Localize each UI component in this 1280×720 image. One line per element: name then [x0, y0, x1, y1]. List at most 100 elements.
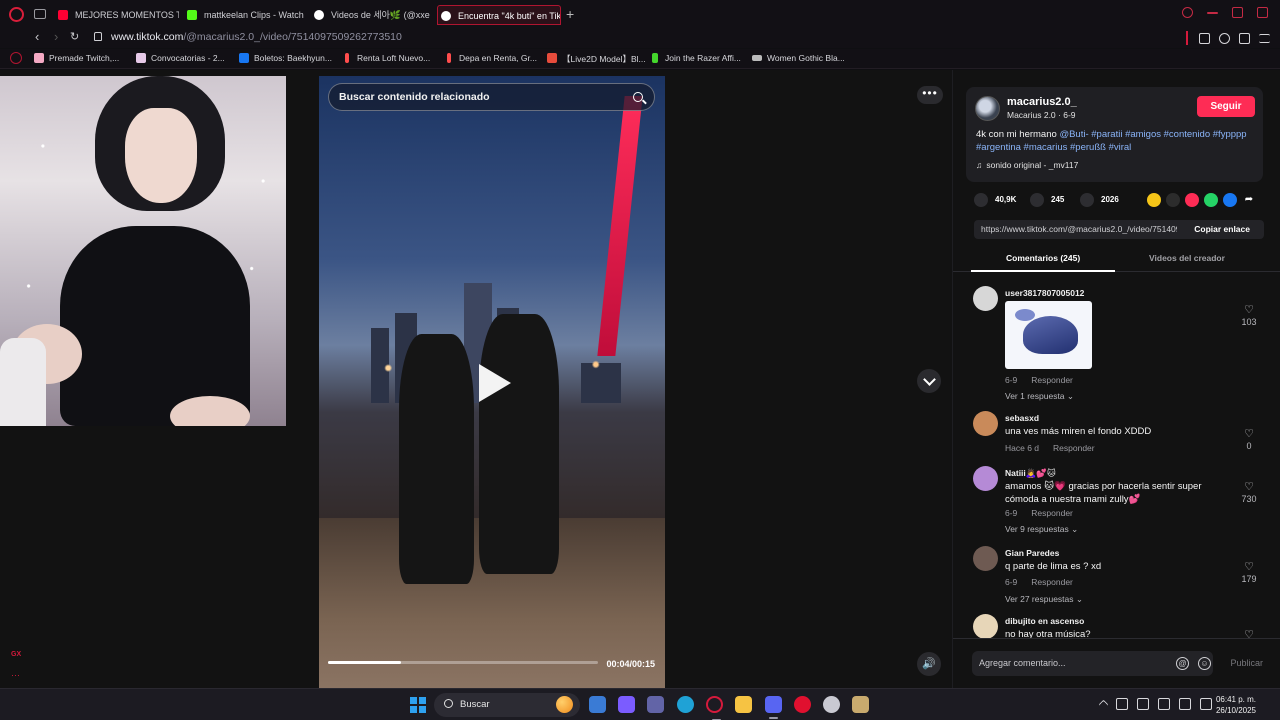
- extensions-icon[interactable]: [1199, 32, 1210, 44]
- minimize-button[interactable]: [1207, 12, 1218, 14]
- sidebar-more-icon[interactable]: ···: [11, 670, 20, 680]
- bookmark-item[interactable]: Premade Twitch,...: [34, 53, 119, 63]
- profile-icon[interactable]: [1219, 32, 1230, 44]
- coin-icon[interactable]: [1147, 193, 1161, 207]
- commenter-username[interactable]: sebasxd: [1005, 413, 1039, 423]
- reply-button[interactable]: Responder: [1053, 443, 1095, 453]
- mention-link[interactable]: @Buti-: [1059, 129, 1088, 140]
- back-button[interactable]: ‹: [35, 30, 39, 44]
- whatsapp-icon[interactable]: [1204, 193, 1218, 207]
- comment-like-button[interactable]: ♡: [1236, 630, 1262, 639]
- taskbar-search[interactable]: Buscar: [434, 693, 580, 717]
- facebook-icon[interactable]: [1223, 193, 1237, 207]
- url-field[interactable]: www.tiktok.com/@macarius2.0_/video/75140…: [111, 31, 402, 43]
- reply-button[interactable]: Responder: [1031, 375, 1073, 385]
- bookmark-item[interactable]: Renta Loft Nuevo...: [342, 53, 430, 63]
- view-replies-button[interactable]: Ver 1 respuesta ⌄: [1005, 391, 1074, 402]
- comment-like-button[interactable]: ♡ 179: [1236, 562, 1262, 585]
- send-icon[interactable]: [1185, 193, 1199, 207]
- commenter-avatar[interactable]: [973, 411, 998, 436]
- menu-icon[interactable]: [1259, 33, 1270, 43]
- opera-gx-icon[interactable]: [706, 696, 723, 720]
- share-link-text[interactable]: https://www.tiktok.com/@macarius2.0_/vid…: [981, 224, 1177, 234]
- author-avatar[interactable]: [975, 96, 1000, 121]
- video-player[interactable]: Buscar contenido relacionado 00:04/00:15: [319, 76, 665, 688]
- share-arrow-icon[interactable]: ➦: [1242, 193, 1256, 207]
- volume-icon[interactable]: [1200, 698, 1212, 710]
- opera-gx-logo-icon[interactable]: [9, 7, 24, 22]
- comment-input[interactable]: Agregar comentario... @ ☺: [972, 651, 1213, 676]
- bookmark-item[interactable]: Depa en Renta, Gr...: [444, 53, 537, 63]
- reply-button[interactable]: Responder: [1031, 577, 1073, 587]
- bookmark-item[interactable]: Women Gothic Bla...: [752, 53, 845, 63]
- commenter-avatar[interactable]: [973, 286, 998, 311]
- view-replies-button[interactable]: Ver 27 respuestas ⌄: [1005, 594, 1083, 605]
- hashtag-link[interactable]: #paratii: [1091, 129, 1122, 140]
- bookmark-item[interactable]: 【Live2D Model】Bl...: [547, 53, 646, 65]
- downloads-icon[interactable]: [1239, 32, 1250, 44]
- related-search-input[interactable]: Buscar contenido relacionado: [328, 83, 655, 111]
- steam-icon[interactable]: [823, 696, 840, 713]
- system-clock[interactable]: 06:41 p. m. 26/10/2025: [1216, 694, 1256, 716]
- microphone-icon[interactable]: [1158, 698, 1170, 710]
- publish-button[interactable]: Publicar: [1230, 658, 1263, 668]
- hashtag-link[interactable]: #viral: [1109, 142, 1132, 153]
- more-options-button[interactable]: •••: [917, 86, 943, 104]
- opera-icon[interactable]: [794, 696, 811, 713]
- commenter-avatar[interactable]: [973, 614, 998, 638]
- copilot-icon[interactable]: [618, 696, 635, 713]
- tab-island-icon[interactable]: [34, 9, 46, 19]
- copy-link-button[interactable]: Copiar enlace: [1194, 224, 1250, 234]
- tab-tiktok-profile[interactable]: Videos de 세아🌿 (@xxe: [311, 5, 435, 25]
- microsoft-store-icon[interactable]: [589, 696, 606, 713]
- windows-start-icon[interactable]: [410, 697, 426, 713]
- search-icon[interactable]: [633, 92, 643, 102]
- hashtag-link[interactable]: #contenido: [1164, 129, 1210, 140]
- comment-like-button[interactable]: ♡ 0: [1236, 429, 1262, 452]
- comment-like-button[interactable]: ♡ 730: [1236, 482, 1262, 505]
- sync-icon[interactable]: [1116, 698, 1128, 710]
- discord-icon[interactable]: [765, 696, 782, 719]
- embed-icon[interactable]: [1166, 193, 1180, 207]
- restore-button[interactable]: [1232, 7, 1243, 18]
- gx-control-icon[interactable]: [10, 52, 22, 64]
- edge-icon[interactable]: [677, 696, 694, 713]
- sound-link[interactable]: ♫ sonido original - _mv117: [976, 160, 1078, 170]
- forward-button[interactable]: ›: [54, 30, 58, 44]
- hashtag-link[interactable]: #argentina: [976, 142, 1021, 153]
- play-icon[interactable]: [479, 364, 511, 402]
- new-tab-button[interactable]: +: [566, 7, 574, 21]
- reply-button[interactable]: Responder: [1031, 508, 1073, 518]
- commenter-avatar[interactable]: [973, 466, 998, 491]
- tab-kick[interactable]: mattkeelan Clips - Watch: [184, 5, 308, 25]
- hashtag-link[interactable]: #fypppp: [1213, 129, 1247, 140]
- commenter-username[interactable]: dibujito en ascenso: [1005, 616, 1084, 626]
- bookmark-item[interactable]: Boletos: Baekhyun...: [239, 53, 332, 63]
- teams-icon[interactable]: [647, 696, 664, 713]
- close-button[interactable]: [1257, 7, 1268, 18]
- hashtag-link[interactable]: #perußß: [1070, 142, 1106, 153]
- mention-icon[interactable]: @: [1176, 657, 1189, 670]
- bookmark-item[interactable]: Convocatorias - 2...: [136, 53, 225, 63]
- tab-tiktok-search[interactable]: Encuentra "4k buti" en Tik: [437, 5, 561, 25]
- search-tabs-icon[interactable]: [1182, 7, 1193, 18]
- tray-overflow-icon[interactable]: [1098, 699, 1109, 710]
- bookmark-item[interactable]: Join the Razer Affi...: [650, 53, 741, 63]
- commenter-username[interactable]: Natiii🙇‍♀️💕🐱: [1005, 468, 1056, 479]
- cloud-icon[interactable]: [1137, 698, 1149, 710]
- file-explorer-icon[interactable]: [735, 696, 752, 713]
- author-username[interactable]: macarius2.0_: [1007, 96, 1077, 108]
- emoji-icon[interactable]: ☺: [1198, 657, 1211, 670]
- reload-button[interactable]: ↻: [70, 30, 79, 44]
- tab-youtube[interactable]: MEJORES MOMENTOS T: [55, 5, 179, 25]
- volume-button[interactable]: 🔊: [917, 652, 941, 676]
- next-video-button[interactable]: [917, 369, 941, 393]
- follow-button[interactable]: Seguir: [1197, 96, 1255, 117]
- view-replies-button[interactable]: Ver 9 respuestas ⌄: [1005, 524, 1078, 535]
- league-icon[interactable]: [852, 696, 869, 713]
- hashtag-link[interactable]: #macarius: [1024, 142, 1068, 153]
- hashtag-link[interactable]: #amigos: [1125, 129, 1161, 140]
- comment-like-button[interactable]: ♡ 103: [1236, 305, 1262, 328]
- commenter-username[interactable]: Gian Paredes: [1005, 548, 1059, 558]
- commenter-username[interactable]: user3817807005012: [1005, 288, 1084, 298]
